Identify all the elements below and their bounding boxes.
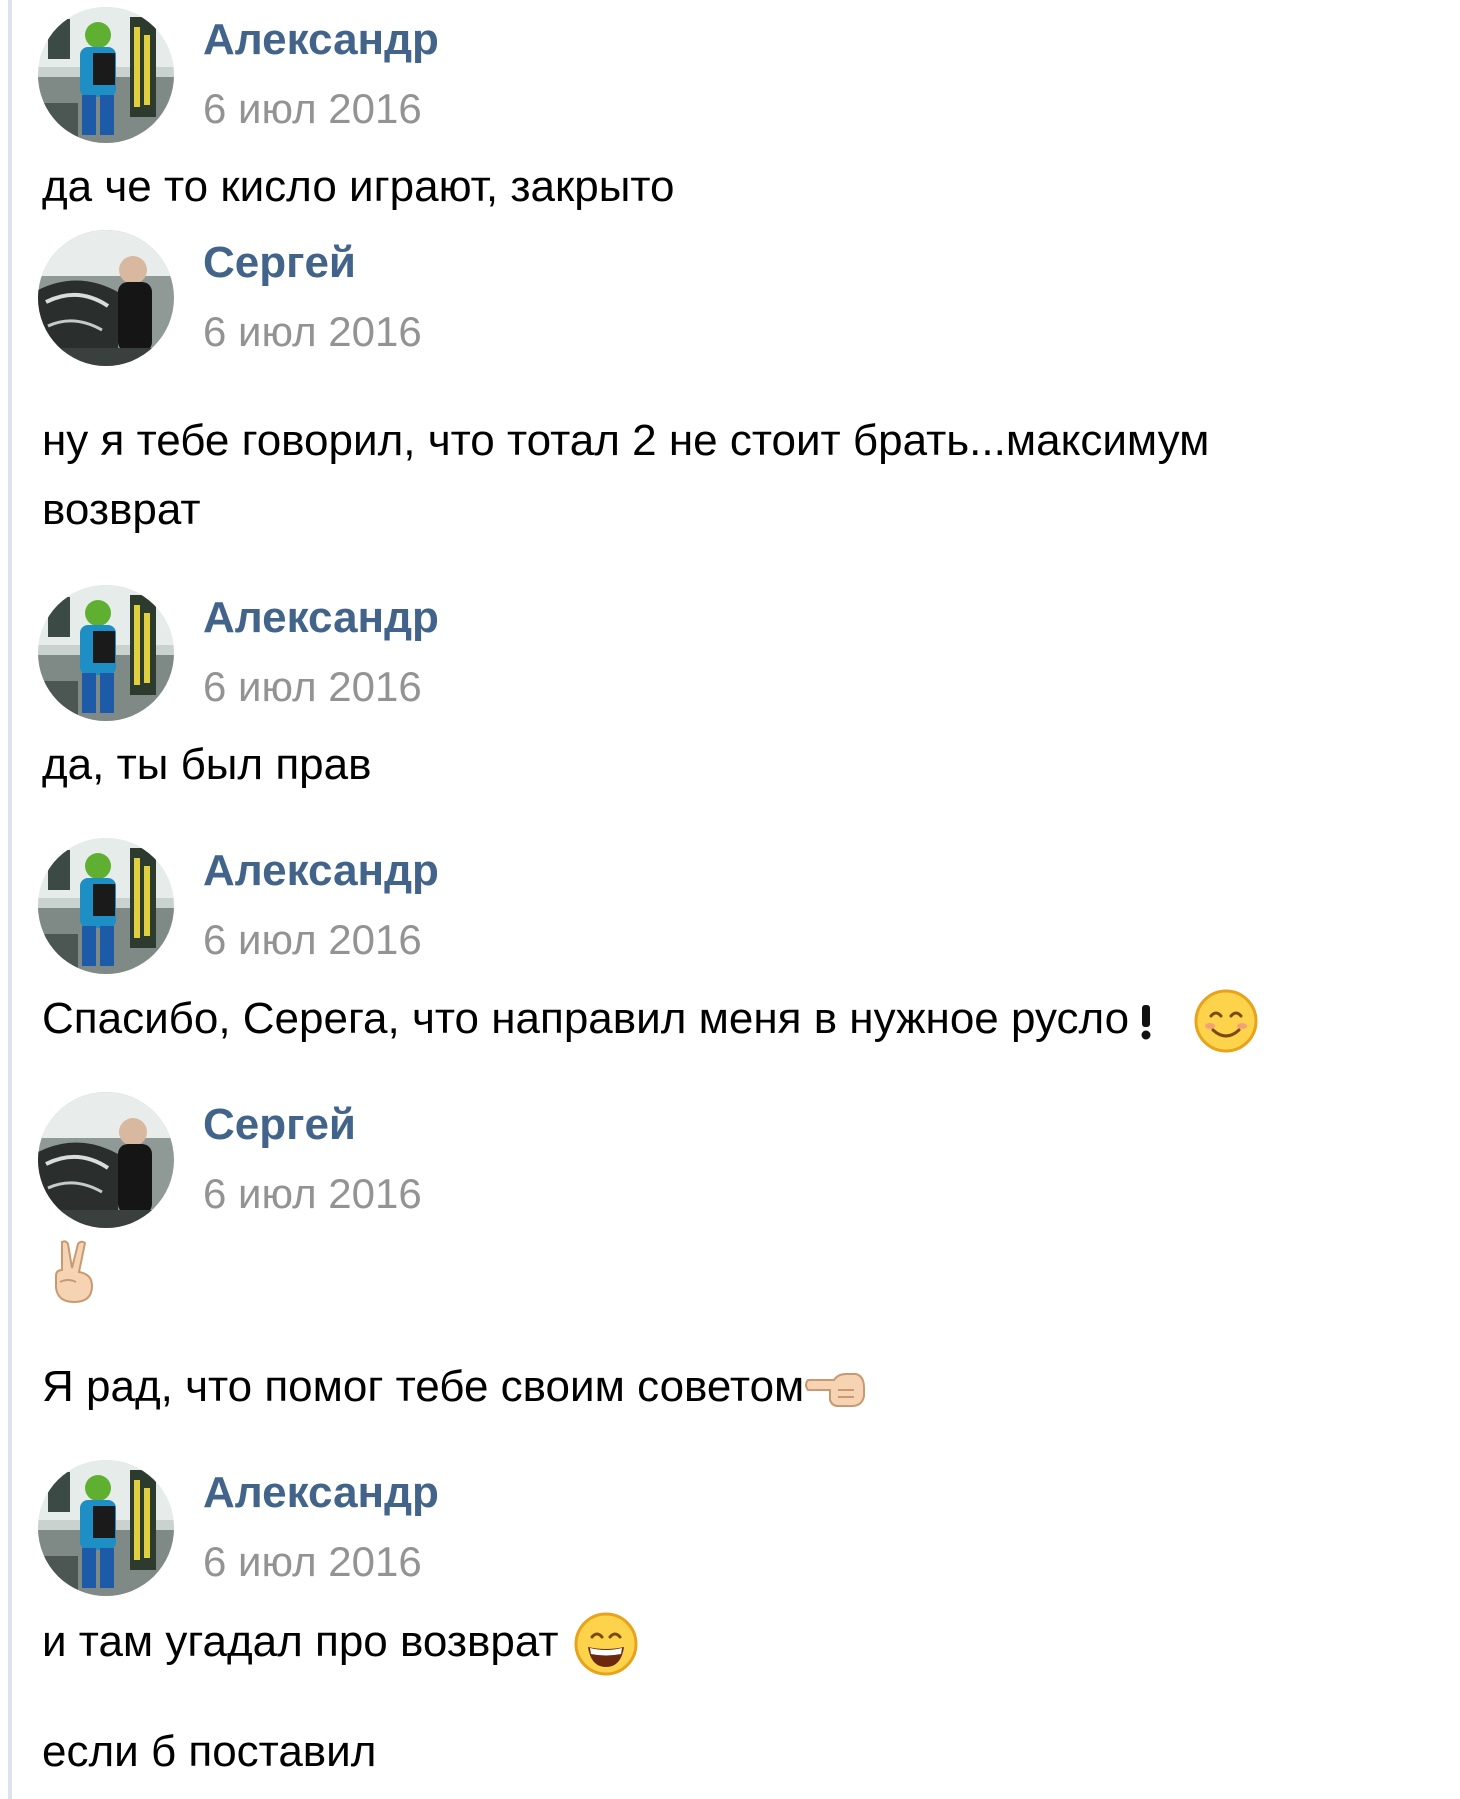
author-name[interactable]: Александр	[203, 15, 439, 65]
smiling-face-icon	[1194, 989, 1258, 1053]
alexander-avatar-image	[38, 585, 174, 721]
alexander-avatar-image	[38, 7, 174, 143]
message-header: Александр 6 июл 2016	[38, 585, 738, 725]
message-date[interactable]: 6 июл 2016	[203, 663, 422, 711]
author-avatar[interactable]	[38, 838, 174, 974]
message-date[interactable]: 6 июл 2016	[203, 916, 422, 964]
author-name[interactable]: Сергей	[203, 238, 356, 288]
victory-hand-icon	[55, 1240, 94, 1304]
message-text: возврат	[42, 485, 201, 534]
message-date[interactable]: 6 июл 2016	[203, 1170, 422, 1218]
sergey-avatar-image	[38, 1092, 174, 1228]
message-text: Спасибо, Серега, что направил меня в нуж…	[42, 986, 1259, 1054]
message-text: и там угадал про возврат	[42, 1609, 639, 1677]
message-text-content: и там угадал про возврат	[42, 1617, 559, 1666]
author-name[interactable]: Александр	[203, 846, 439, 896]
message-header: Александр 6 июл 2016	[38, 7, 738, 147]
author-name[interactable]: Александр	[203, 1468, 439, 1518]
author-avatar[interactable]	[38, 585, 174, 721]
author-avatar[interactable]	[38, 7, 174, 143]
author-name[interactable]: Александр	[203, 593, 439, 643]
author-avatar[interactable]	[38, 1460, 174, 1596]
message-header: Сергей 6 июл 2016	[38, 230, 738, 370]
alexander-avatar-image	[38, 1460, 174, 1596]
message-header: Александр 6 июл 2016	[38, 838, 738, 978]
message-header: Александр 6 июл 2016	[38, 1460, 738, 1600]
message-text: Я рад, что помог тебе своим советом	[42, 1354, 868, 1420]
message-text: если б поставил	[42, 1727, 377, 1776]
message-text: да че то кисло играют, закрыто	[42, 162, 675, 211]
pointing-left-hand-icon	[805, 1373, 866, 1408]
message-date[interactable]: 6 июл 2016	[203, 85, 422, 133]
message-text-content: Я рад, что помог тебе своим советом	[42, 1362, 805, 1411]
message-date[interactable]: 6 июл 2016	[203, 308, 422, 356]
grinning-face-icon	[574, 1612, 638, 1676]
author-avatar[interactable]	[38, 230, 174, 366]
message-text: да, ты был прав	[42, 740, 372, 789]
author-name[interactable]: Сергей	[203, 1100, 356, 1150]
exclamation-icon	[1141, 1005, 1151, 1040]
alexander-avatar-image	[38, 838, 174, 974]
author-avatar[interactable]	[38, 1092, 174, 1228]
message-header: Сергей 6 июл 2016	[38, 1092, 738, 1232]
message-text: ну я тебе говорил, что тотал 2 не стоит …	[42, 416, 1210, 465]
sergey-avatar-image	[38, 230, 174, 366]
message-date[interactable]: 6 июл 2016	[203, 1538, 422, 1586]
message-list: Александр 6 июл 2016 да че то кисло игра…	[0, 0, 1460, 1799]
message-text-content: Спасибо, Серега, что направил меня в нуж…	[42, 994, 1130, 1043]
